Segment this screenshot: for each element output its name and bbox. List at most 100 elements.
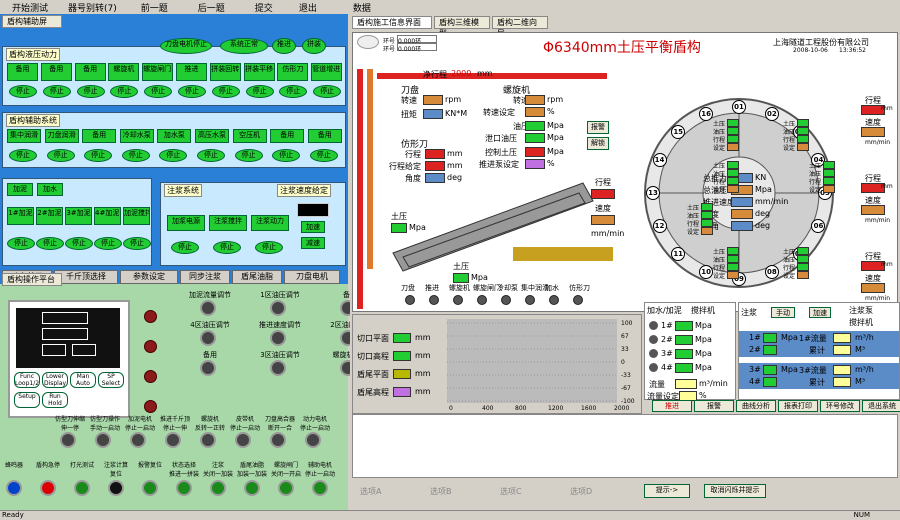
grout-accelerate-button[interactable]: 加速 [301, 221, 325, 233]
mud-top-0[interactable]: 加泥 [7, 183, 33, 196]
knob-3[interactable] [200, 330, 216, 346]
aux-btn-2[interactable]: 备用 [82, 129, 117, 143]
op-button-3[interactable] [108, 480, 124, 496]
aux-btn-6[interactable]: 空压机 [232, 129, 267, 143]
controller-key-1[interactable]: Lower Display [42, 372, 68, 388]
company-logo-icon [357, 35, 379, 49]
bottom-tab-3[interactable]: 同步注浆 [180, 270, 230, 284]
bottom-tab-2[interactable]: 参数设定 [120, 270, 178, 284]
menu-device[interactable]: 器号别转(7) [62, 0, 123, 14]
knob-4[interactable] [270, 330, 286, 346]
bottom-tab-5[interactable]: 刀盘电机 [284, 270, 340, 284]
grout-btn-0[interactable]: 加浆电源 [167, 215, 205, 231]
cutter-motor-stop[interactable]: 刀盘电机停止 [160, 38, 212, 54]
radio-0[interactable]: 选项A [360, 486, 381, 497]
switch-2[interactable] [130, 432, 146, 448]
switch-5[interactable] [235, 432, 251, 448]
hydro-btn-7[interactable]: 拼装平移 [243, 63, 275, 81]
op-button-4[interactable] [142, 480, 158, 496]
hydro-btn-2[interactable]: 备用 [74, 63, 106, 81]
menu-data[interactable]: 数据 [347, 0, 377, 14]
switch-3[interactable] [165, 432, 181, 448]
op-button-6[interactable] [210, 480, 226, 496]
aux-btn-8[interactable]: 备用 [307, 129, 342, 143]
radio-1[interactable]: 选项B [430, 486, 452, 497]
mud-btn-3[interactable]: 4#加泥 加水 [94, 207, 121, 225]
op-button-2[interactable] [74, 480, 90, 496]
op-button-7[interactable] [244, 480, 260, 496]
knob-1[interactable] [270, 300, 286, 316]
controller-key-2[interactable]: Man Auto [70, 372, 96, 388]
mud-btn-0[interactable]: 1#加泥 [7, 207, 34, 225]
menu-submit[interactable]: 提交 [249, 0, 279, 14]
aux-btn-4[interactable]: 加水泵 [157, 129, 192, 143]
knob-6[interactable] [200, 360, 216, 376]
knob-0[interactable] [200, 300, 216, 316]
tab-2d[interactable]: 盾构二维向导 [492, 16, 548, 38]
op-button-8[interactable] [278, 480, 294, 496]
aux-btn-3[interactable]: 冷却水泵 [119, 129, 154, 143]
action-button-4[interactable]: 环号修改 [820, 400, 860, 412]
cancel-blink-button[interactable]: 取消闪烁并提示 [704, 484, 766, 498]
radio-2[interactable]: 选项C [500, 486, 522, 497]
switch-6[interactable] [270, 432, 286, 448]
hydro-btn-9[interactable]: 管道增进 吸引器 [311, 63, 343, 81]
tab-info[interactable]: 盾构施工信息界面 [352, 16, 432, 29]
op-button-0[interactable] [6, 480, 22, 496]
switch-7[interactable] [305, 432, 321, 448]
hydro-btn-1[interactable]: 备用 [40, 63, 72, 81]
action-button-5[interactable]: 退出系统 [862, 400, 900, 412]
grout-decelerate-button[interactable]: 减速 [301, 237, 325, 249]
bottom-tab-1[interactable]: 千斤顶选择 [54, 270, 118, 284]
menu-exit[interactable]: 退出 [293, 0, 323, 14]
aux-tab[interactable]: 盾构辅助屏 [2, 15, 62, 28]
op-button-5[interactable] [176, 480, 192, 496]
radio-3[interactable]: 选项D [570, 486, 592, 497]
ops-tab[interactable]: 盾构操作平台 [2, 273, 62, 286]
controller-key-4[interactable]: Setup [14, 392, 40, 408]
action-button-2[interactable]: 曲线分析 [736, 400, 776, 412]
aux-btn-7[interactable]: 备用 [270, 129, 305, 143]
grout-section: 注浆系统 注浆速度给定 加浆电源 注浆搅拌 注浆动力 停止 停止 停止 加速 减速 [160, 182, 346, 266]
bottom-tab-4[interactable]: 盾尾油脂 [232, 270, 282, 284]
op-button-1[interactable] [40, 480, 56, 496]
controller-key-0[interactable]: Func Loop1/2 [14, 372, 40, 388]
mud-top-1[interactable]: 加水 [37, 183, 63, 196]
hint-button[interactable]: 提示-> [644, 484, 690, 498]
knob-7[interactable] [270, 360, 286, 376]
hydro-btn-5[interactable]: 推进 [176, 63, 207, 81]
menu-prev[interactable]: 前一题 [135, 0, 174, 14]
aux-btn-5[interactable]: 高压水泵 [195, 129, 229, 143]
menu-next[interactable]: 后一题 [192, 0, 231, 14]
switch-4[interactable] [200, 432, 216, 448]
grout-btn-1[interactable]: 注浆搅拌 [209, 215, 247, 231]
controller-key-3[interactable]: SP Select [98, 372, 124, 388]
action-button-1[interactable]: 报警 [694, 400, 734, 412]
action-button-0[interactable]: 推进 [652, 400, 692, 412]
hydro-btn-8[interactable]: 仿形刀 [277, 63, 309, 81]
controller-key-5[interactable]: Run Hold [42, 392, 68, 408]
hydro-btn-6[interactable]: 拼装回转 [209, 63, 241, 81]
tab-3d[interactable]: 盾构三维模型 [434, 16, 490, 38]
op-button-9[interactable] [312, 480, 328, 496]
hydro-btn-3[interactable]: 螺旋机 [108, 63, 140, 81]
grout-accel-button[interactable]: 加速 [809, 307, 831, 318]
mud-btn-2[interactable]: 3#加泥 [65, 207, 92, 225]
switch-1[interactable] [95, 432, 111, 448]
zone-2-value-3 [701, 227, 713, 235]
hydro-btn-4[interactable]: 螺旋闸门 高合器 [142, 63, 174, 81]
grout-btn-2[interactable]: 注浆动力 [251, 215, 289, 231]
mud-btn-4[interactable]: 加泥搅拌 [123, 207, 150, 225]
alarm-button[interactable]: 报警 [587, 121, 609, 134]
grout-manual-button[interactable]: 手动 [771, 307, 795, 318]
aux-btn-1[interactable]: 刀盘润滑 [44, 129, 79, 143]
menu-start[interactable]: 开始测试 [6, 0, 54, 14]
zone-4-value-0 [797, 119, 809, 127]
mud-btn-1[interactable]: 2#加泥 [36, 207, 63, 225]
action-button-3[interactable]: 报表打印 [778, 400, 818, 412]
release-button[interactable]: 解锁 [587, 137, 609, 150]
switch-0[interactable] [60, 432, 76, 448]
aux-btn-0[interactable]: 集中润滑 [7, 129, 41, 143]
cut-label-1: 切口高程 [357, 352, 389, 361]
hydro-btn-0[interactable]: 备用 [7, 63, 38, 81]
